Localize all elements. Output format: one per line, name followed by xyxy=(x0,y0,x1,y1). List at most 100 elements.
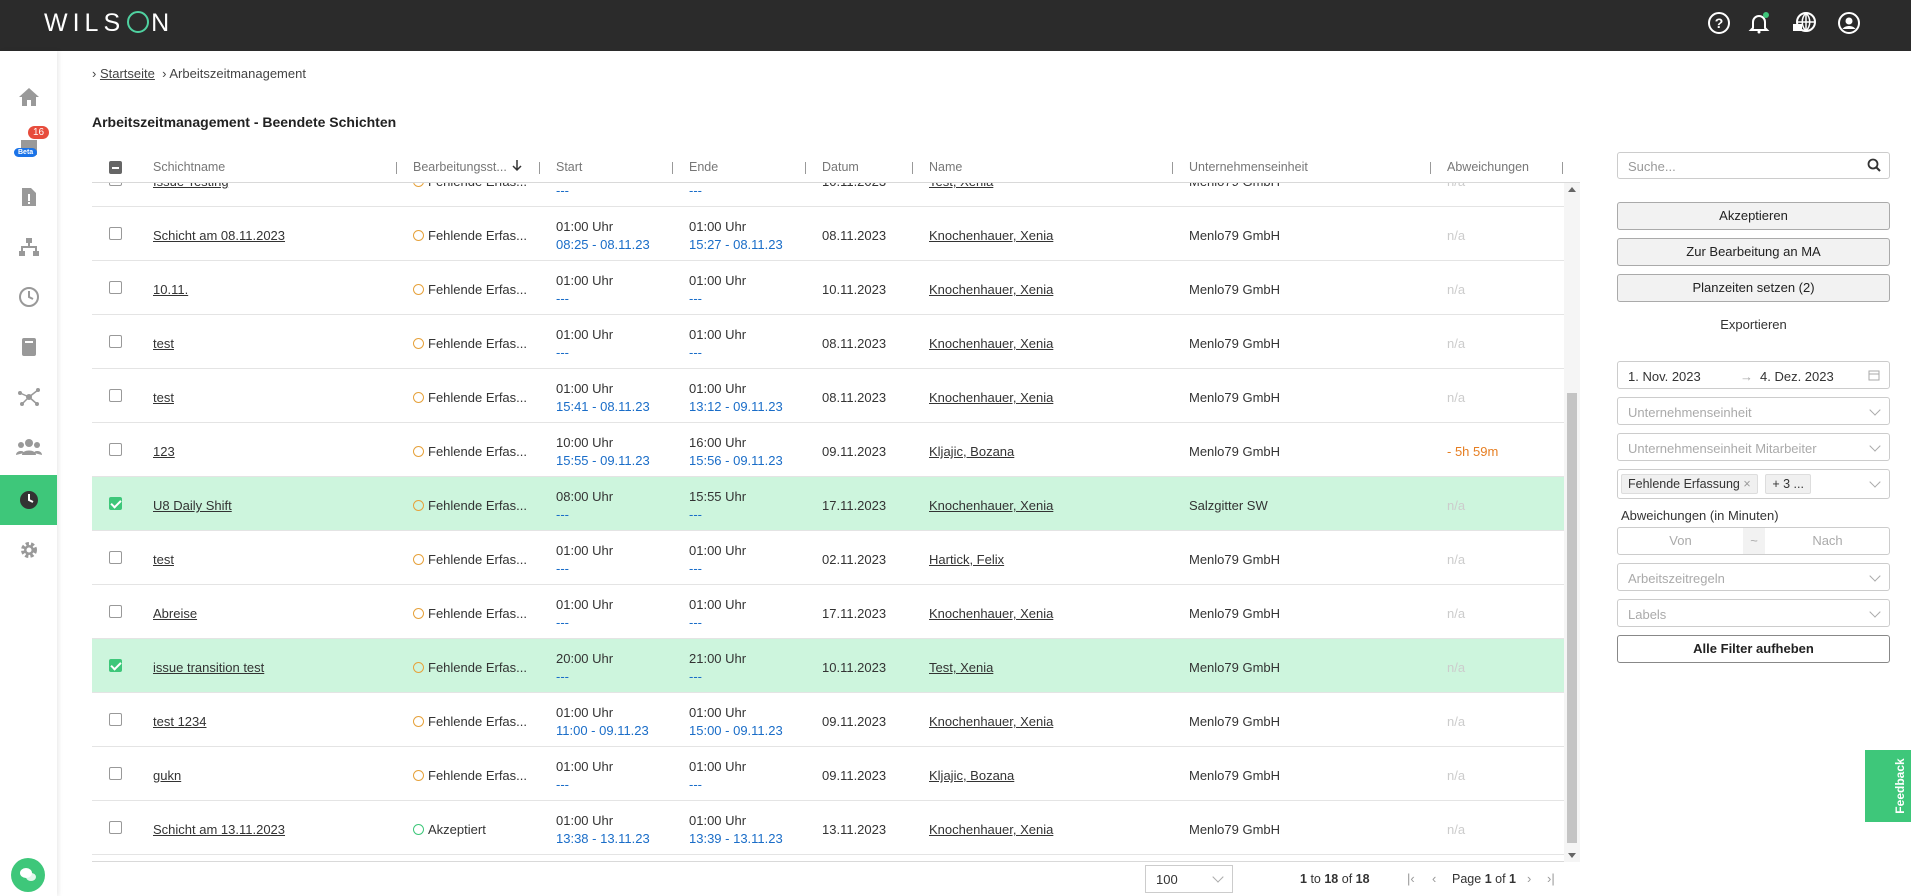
employee-unit-select[interactable]: Unternehmenseinheit Mitarbeiter xyxy=(1617,433,1890,461)
employee-name-link[interactable]: Knochenhauer, Xenia xyxy=(929,822,1053,837)
previous-page-icon[interactable]: ‹ xyxy=(1432,871,1436,886)
table-row[interactable]: test Fehlende Erfas... 01:00 Uhr --- 01:00 U… xyxy=(92,531,1564,585)
row-checkbox[interactable] xyxy=(109,659,122,672)
row-checkbox[interactable] xyxy=(109,551,122,564)
globe-chat-icon[interactable] xyxy=(1792,11,1816,35)
first-page-icon[interactable]: |‹ xyxy=(1407,871,1415,886)
accept-button[interactable]: Akzeptieren xyxy=(1617,202,1890,230)
table-row[interactable]: Schicht am 13.11.2023 Akzeptiert 01:00 Uhr… xyxy=(92,801,1564,855)
row-checkbox[interactable] xyxy=(109,605,122,618)
row-checkbox[interactable] xyxy=(109,227,122,240)
org-chart-icon[interactable] xyxy=(0,222,57,272)
table-row[interactable]: Issue Testing Fehlende Erfas... --- --- 10.1… xyxy=(92,183,1564,207)
employee-name-link[interactable]: Knochenhauer, Xenia xyxy=(929,282,1053,297)
search-icon[interactable] xyxy=(1867,158,1881,175)
date-range-picker[interactable]: 1. Nov. 2023 → 4. Dez. 2023 xyxy=(1617,361,1890,389)
shift-name-link[interactable]: test 1234 xyxy=(153,714,207,729)
column-header-shift-name[interactable]: Schichtname xyxy=(153,152,225,183)
select-all-checkbox[interactable] xyxy=(109,161,122,174)
row-checkbox[interactable] xyxy=(109,389,122,402)
shift-name-link[interactable]: Abreise xyxy=(153,606,197,621)
column-header-end[interactable]: Ende xyxy=(689,152,718,183)
column-header-deviations[interactable]: Abweichungen xyxy=(1447,152,1529,183)
book-icon[interactable] xyxy=(0,322,57,372)
row-checkbox[interactable] xyxy=(109,183,122,186)
close-icon[interactable]: × xyxy=(1743,477,1750,491)
deviation-to-input[interactable]: Nach xyxy=(1765,528,1890,554)
wilson-logo[interactable]: WILS N xyxy=(44,9,174,38)
breadcrumb-home-link[interactable]: Startseite xyxy=(100,66,155,81)
deviation-from-input[interactable]: Von xyxy=(1618,528,1743,554)
clock-icon[interactable] xyxy=(0,272,57,322)
shift-name-link[interactable]: 10.11. xyxy=(153,282,188,297)
shift-name-link[interactable]: test xyxy=(153,336,174,351)
feedback-tab[interactable]: Feedback xyxy=(1865,750,1911,822)
search-input[interactable]: Suche... xyxy=(1617,152,1890,179)
settings-gear-icon[interactable] xyxy=(0,525,57,575)
scrollbar-thumb[interactable] xyxy=(1567,393,1577,843)
employee-name-link[interactable]: Kljajic, Bozana xyxy=(929,768,1014,783)
employee-name-link[interactable]: Knochenhauer, Xenia xyxy=(929,336,1053,351)
table-row[interactable]: test Fehlende Erfas... 01:00 Uhr --- 01:00 U… xyxy=(92,315,1564,369)
table-row[interactable]: 10.11. Fehlende Erfas... 01:00 Uhr --- 01:00… xyxy=(92,261,1564,315)
employee-name-link[interactable]: Knochenhauer, Xenia xyxy=(929,228,1053,243)
row-checkbox[interactable] xyxy=(109,713,122,726)
column-header-date[interactable]: Datum xyxy=(822,152,859,183)
shift-name-link[interactable]: gukn xyxy=(153,768,181,783)
set-plan-times-button[interactable]: Planzeiten setzen (2) xyxy=(1617,274,1890,302)
export-link[interactable]: Exportieren xyxy=(1617,317,1890,332)
row-checkbox[interactable] xyxy=(109,767,122,780)
network-icon[interactable] xyxy=(0,372,57,422)
shift-name-link[interactable]: issue transition test xyxy=(153,660,264,675)
sort-down-arrow-icon[interactable] xyxy=(512,152,522,183)
shift-name-link[interactable]: test xyxy=(153,552,174,567)
employee-name-link[interactable]: Test, Xenia xyxy=(929,183,993,189)
employee-name-link[interactable]: Kljajic, Bozana xyxy=(929,444,1014,459)
row-checkbox[interactable] xyxy=(109,335,122,348)
row-checkbox[interactable] xyxy=(109,497,122,510)
table-row[interactable]: issue transition test Fehlende Erfas... 20… xyxy=(92,639,1564,693)
shift-name-link[interactable]: Issue Testing xyxy=(153,183,229,189)
user-account-icon[interactable] xyxy=(1837,11,1861,35)
table-row[interactable]: gukn Fehlende Erfas... 01:00 Uhr --- 01:00 U… xyxy=(92,747,1564,801)
shift-name-link[interactable]: test xyxy=(153,390,174,405)
table-row[interactable]: U8 Daily Shift Fehlende Erfas... 08:00 Uhr… xyxy=(92,477,1564,531)
shift-name-link[interactable]: Schicht am 08.11.2023 xyxy=(153,228,285,243)
calendar-beta-icon[interactable]: 16 Beta xyxy=(0,122,57,172)
column-header-unit[interactable]: Unternehmenseinheit xyxy=(1189,152,1308,183)
team-icon[interactable] xyxy=(0,422,57,472)
next-page-icon[interactable]: › xyxy=(1527,871,1531,886)
status-multiselect[interactable]: Fehlende Erfassung × + 3 ... xyxy=(1617,469,1890,499)
table-scrollbar[interactable] xyxy=(1564,183,1580,862)
employee-name-link[interactable]: Knochenhauer, Xenia xyxy=(929,606,1053,621)
table-row[interactable]: Abreise Fehlende Erfas... 01:00 Uhr --- 01:0… xyxy=(92,585,1564,639)
home-icon[interactable] xyxy=(0,72,57,122)
employee-name-link[interactable]: Knochenhauer, Xenia xyxy=(929,714,1053,729)
row-checkbox[interactable] xyxy=(109,281,122,294)
table-row[interactable]: test 1234 Fehlende Erfas... 01:00 Uhr 11:00… xyxy=(92,693,1564,747)
help-icon[interactable]: ? xyxy=(1707,11,1731,35)
employee-name-link[interactable]: Knochenhauer, Xenia xyxy=(929,498,1053,513)
clear-filters-button[interactable]: Alle Filter aufheben xyxy=(1617,635,1890,663)
shift-name-link[interactable]: Schicht am 13.11.2023 xyxy=(153,822,285,837)
column-header-status[interactable]: Bearbeitungsst... xyxy=(413,152,507,183)
row-checkbox[interactable] xyxy=(109,821,122,834)
column-header-name[interactable]: Name xyxy=(929,152,962,183)
table-row[interactable]: Schicht am 08.11.2023 Fehlende Erfas... 01… xyxy=(92,207,1564,261)
bell-icon[interactable] xyxy=(1747,11,1771,35)
table-row[interactable]: 123 Fehlende Erfas... 10:00 Uhr 15:55 - 09.… xyxy=(92,423,1564,477)
labels-select[interactable]: Labels xyxy=(1617,599,1890,627)
last-page-icon[interactable]: ›| xyxy=(1547,871,1555,886)
send-to-employee-button[interactable]: Zur Bearbeitung an MA xyxy=(1617,238,1890,266)
column-header-start[interactable]: Start xyxy=(556,152,582,183)
page-size-select[interactable]: 100 xyxy=(1145,865,1233,893)
document-icon[interactable] xyxy=(0,172,57,222)
time-management-icon[interactable] xyxy=(0,475,57,525)
unit-select[interactable]: Unternehmenseinheit xyxy=(1617,397,1890,425)
shift-name-link[interactable]: 123 xyxy=(153,444,175,459)
work-rules-select[interactable]: Arbeitszeitregeln xyxy=(1617,563,1890,591)
more-tags-badge[interactable]: + 3 ... xyxy=(1765,474,1811,494)
shift-name-link[interactable]: U8 Daily Shift xyxy=(153,498,232,513)
row-checkbox[interactable] xyxy=(109,443,122,456)
chat-bubble-icon[interactable] xyxy=(11,858,45,892)
